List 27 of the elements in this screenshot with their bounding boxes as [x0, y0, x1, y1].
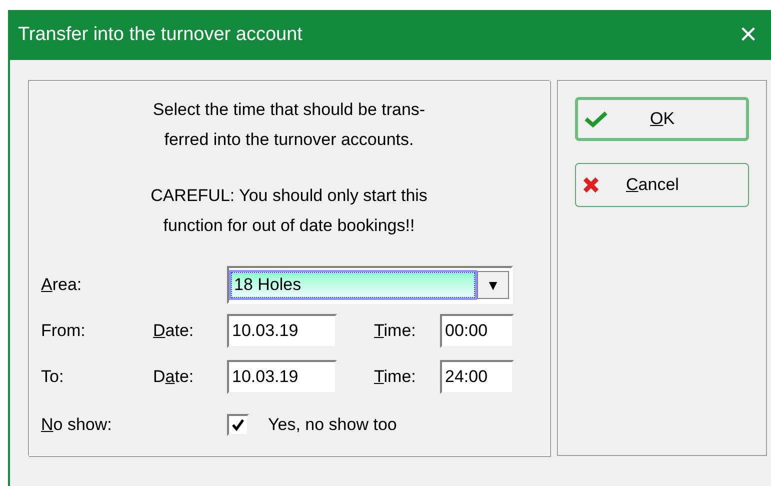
time-field[interactable]: 00:00 [440, 314, 514, 348]
no-show-label: No show: [41, 414, 113, 436]
cancel-button[interactable]: Cancel [575, 163, 749, 207]
close-button[interactable]: × [739, 20, 757, 50]
date-label: Date: [153, 366, 195, 388]
range-label: To: [41, 366, 65, 388]
time-label: Time: [374, 320, 417, 342]
message-text: function for out of date bookings!! [163, 215, 415, 237]
date-field[interactable]: 10.03.19 [227, 314, 337, 348]
date-label: Date: [153, 320, 195, 342]
ok-button[interactable]: OK [575, 97, 749, 141]
date-field[interactable]: 10.03.19 [227, 360, 337, 394]
dropdown-value: 18 Holes [231, 272, 475, 298]
range-label: From: [41, 320, 86, 342]
checkmark-icon [231, 418, 245, 432]
checkbox-label: Yes, no show too [268, 414, 397, 436]
no-show-checkbox[interactable] [227, 414, 249, 436]
check-icon [584, 110, 608, 128]
time-label: Time: [374, 366, 417, 388]
area-label: Area: [41, 274, 83, 296]
cross-icon [582, 176, 600, 194]
message-text: ferred into the turnover accounts. [164, 129, 414, 151]
message-text: Select the time that should be trans- [152, 99, 426, 121]
message-text: CAREFUL: You should only start this [150, 185, 428, 207]
area-dropdown[interactable]: 18 Holes ▼ [227, 266, 513, 304]
window-title: Transfer into the turnover account [18, 22, 302, 47]
time-field[interactable]: 24:00 [440, 360, 514, 394]
